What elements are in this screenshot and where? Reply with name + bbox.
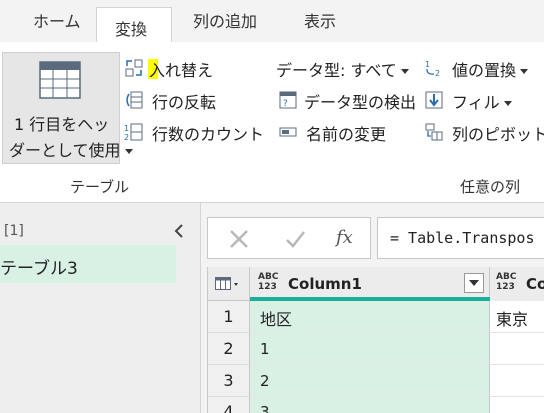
- any-column-group-label: 任意の列: [460, 178, 521, 196]
- tab-transform-label: 変換: [115, 20, 148, 39]
- row-number[interactable]: 4: [208, 397, 250, 413]
- use-header-label-line2: ダーとして使用: [9, 137, 133, 161]
- table-cell[interactable]: [490, 333, 544, 365]
- svg-text:2: 2: [124, 133, 129, 142]
- table-cell[interactable]: 東京: [490, 301, 544, 333]
- transpose-label: 入れ替え: [149, 61, 214, 80]
- row-number[interactable]: 2: [208, 333, 250, 365]
- transpose-button[interactable]: 入れ替え: [124, 56, 224, 80]
- tab-add-column[interactable]: 列の追加: [193, 8, 257, 32]
- count-rows-label: 行数のカウント: [152, 125, 265, 144]
- row-number[interactable]: 3: [208, 365, 250, 397]
- rename-icon: [279, 127, 297, 137]
- detect-type-icon: ?: [279, 91, 297, 109]
- column1-filter-button[interactable]: [464, 273, 484, 293]
- svg-text:2: 2: [435, 69, 440, 78]
- query-name: テーブル3: [0, 259, 78, 279]
- commit-formula-icon[interactable]: [284, 228, 306, 250]
- column-header-column2[interactable]: ABC 123 Co: [490, 267, 544, 301]
- formula-text: = Table.Transpos: [390, 229, 535, 247]
- rename-button[interactable]: 名前の変更: [278, 120, 398, 144]
- formula-bar[interactable]: = Table.Transpos: [377, 217, 544, 259]
- cancel-formula-icon[interactable]: [228, 228, 250, 250]
- table-cell[interactable]: 2: [250, 365, 490, 397]
- data-type-label: データ型: すべて: [276, 57, 409, 81]
- collapse-pane-icon[interactable]: [172, 223, 186, 239]
- fill-label: フィル: [452, 89, 512, 113]
- svg-text:1: 1: [425, 60, 430, 69]
- count-rows-button[interactable]: 1 2 行数のカウント: [124, 120, 264, 144]
- chevron-down-icon: [469, 280, 479, 286]
- table-cell[interactable]: 1: [250, 333, 490, 365]
- column2-header-label: Co: [526, 275, 544, 293]
- table-cell[interactable]: 3: [250, 397, 490, 413]
- reverse-rows-label: 行の反転: [152, 93, 217, 112]
- data-grid: ABC 123 Column1 ABC 123 Co 1 地区 東京 2 1 3 2…: [207, 267, 544, 413]
- query-list-item[interactable]: テーブル3: [0, 245, 176, 283]
- data-preview-area: fx = Table.Transpos ABC 123 Column1 ABC 12: [201, 203, 544, 413]
- reverse-rows-icon: [126, 91, 143, 109]
- query-count: [1]: [4, 223, 24, 239]
- svg-text:1: 1: [124, 124, 129, 133]
- pivot-icon: [425, 123, 443, 141]
- table-cell[interactable]: 地区: [250, 301, 490, 333]
- table-cell[interactable]: [490, 397, 544, 413]
- replace-values-icon: 1 2: [425, 60, 440, 78]
- fx-icon[interactable]: fx: [336, 227, 353, 248]
- tab-transform[interactable]: 変換: [96, 7, 172, 42]
- replace-values-label: 値の置換: [452, 57, 529, 81]
- tab-home[interactable]: ホーム: [33, 8, 81, 32]
- type-any-icon[interactable]: ABC 123: [496, 272, 516, 292]
- table-icon: [39, 61, 81, 99]
- reverse-rows-button[interactable]: 行の反転: [124, 88, 234, 112]
- transpose-icon: [125, 59, 143, 77]
- table-menu-icon: [215, 277, 238, 290]
- pivot-label: 列のピボット: [452, 125, 544, 144]
- detect-data-type-button[interactable]: ? データ型の検出: [278, 88, 418, 112]
- table-menu-button[interactable]: [208, 267, 250, 301]
- column-header-column1[interactable]: ABC 123 Column1: [250, 267, 490, 301]
- rename-label: 名前の変更: [306, 125, 387, 144]
- chevron-down-icon: [520, 69, 529, 74]
- table-group-label: テーブル: [70, 178, 130, 196]
- count-rows-icon: 1 2: [124, 123, 143, 142]
- type-any-icon[interactable]: ABC 123: [258, 272, 278, 292]
- chevron-down-icon: [124, 149, 133, 154]
- chevron-down-icon: [503, 101, 512, 106]
- data-type-dropdown[interactable]: データ型: すべて: [276, 56, 409, 81]
- ribbon-tab-bar: ホーム 変換 列の追加 表示: [0, 0, 544, 42]
- tab-view[interactable]: 表示: [304, 8, 336, 32]
- use-header-label-line1: 1 行目をヘッ: [14, 115, 110, 134]
- fill-dropdown[interactable]: フィル: [424, 88, 524, 112]
- row-number[interactable]: 1: [208, 301, 250, 333]
- queries-pane: [1] テーブル3: [0, 203, 201, 413]
- use-first-row-as-headers-button[interactable]: 1 行目をヘッ ダーとして使用: [2, 52, 133, 164]
- fill-down-icon: [425, 91, 443, 109]
- ribbon: 1 行目をヘッ ダーとして使用 入れ替え 行の反転 1 2 行数のカウント テー…: [0, 42, 544, 203]
- pivot-column-button[interactable]: 列のピボット: [424, 120, 544, 144]
- replace-values-button[interactable]: 1 2 値の置換: [424, 56, 544, 80]
- table-cell[interactable]: [490, 365, 544, 397]
- column1-header-label: Column1: [288, 275, 362, 293]
- detect-type-label: データ型の検出: [304, 93, 417, 112]
- formula-buttons: fx: [207, 217, 371, 259]
- chevron-down-icon: [400, 69, 409, 74]
- svg-text:?: ?: [283, 99, 288, 109]
